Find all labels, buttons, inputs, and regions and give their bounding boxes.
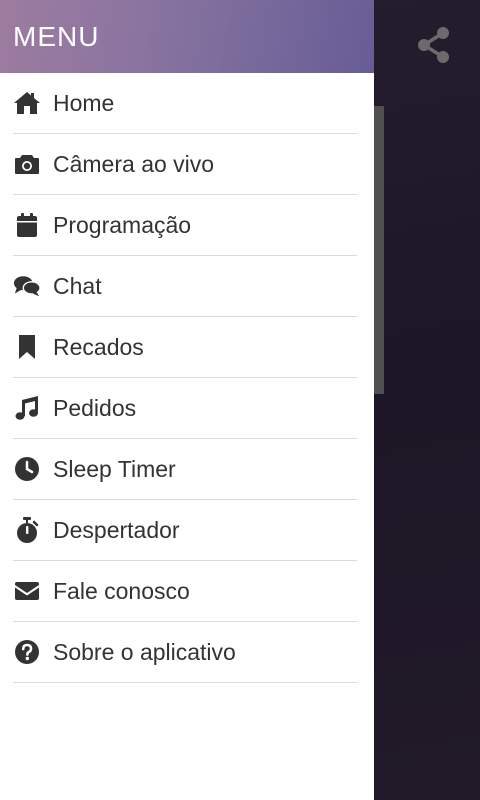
envelope-icon: [13, 577, 41, 605]
drawer-header: MENU: [0, 0, 374, 73]
menu-item-label: Pedidos: [53, 394, 137, 421]
menu-item-messages[interactable]: Recados: [13, 317, 357, 378]
question-circle-icon: [13, 638, 41, 666]
stopwatch-icon: [13, 516, 41, 544]
clock-icon: [13, 455, 41, 483]
share-button[interactable]: [414, 26, 454, 68]
menu-item-label: Sleep Timer: [53, 455, 176, 482]
menu-item-label: Programação: [53, 211, 192, 238]
menu-list: Home Câmera ao vivo Programação Chat Rec…: [0, 73, 374, 683]
menu-item-contact[interactable]: Fale conosco: [13, 561, 357, 622]
calendar-icon: [13, 211, 41, 239]
menu-item-label: Despertador: [53, 516, 180, 543]
scrollbar[interactable]: [374, 106, 384, 394]
menu-item-camera[interactable]: Câmera ao vivo: [13, 134, 357, 195]
menu-item-label: Home: [53, 89, 115, 116]
share-icon: [417, 26, 451, 69]
camera-icon: [13, 150, 41, 178]
menu-item-label: Câmera ao vivo: [53, 150, 215, 177]
menu-item-label: Chat: [53, 272, 102, 299]
menu-item-requests[interactable]: Pedidos: [13, 378, 357, 439]
drawer-title: MENU: [13, 20, 100, 52]
navigation-drawer: MENU Home Câmera ao vivo Programação Cha…: [0, 0, 374, 800]
menu-item-label: Fale conosco: [53, 577, 190, 604]
menu-item-sleep-timer[interactable]: Sleep Timer: [13, 439, 357, 500]
music-icon: [13, 394, 41, 422]
home-icon: [13, 89, 41, 117]
menu-item-about[interactable]: Sobre o aplicativo: [13, 622, 357, 683]
bookmark-icon: [13, 333, 41, 361]
chat-icon: [13, 272, 41, 300]
menu-item-alarm[interactable]: Despertador: [13, 500, 357, 561]
menu-item-schedule[interactable]: Programação: [13, 195, 357, 256]
menu-item-label: Sobre o aplicativo: [53, 638, 236, 665]
menu-item-chat[interactable]: Chat: [13, 256, 357, 317]
menu-item-home[interactable]: Home: [13, 73, 357, 134]
menu-item-label: Recados: [53, 333, 144, 360]
